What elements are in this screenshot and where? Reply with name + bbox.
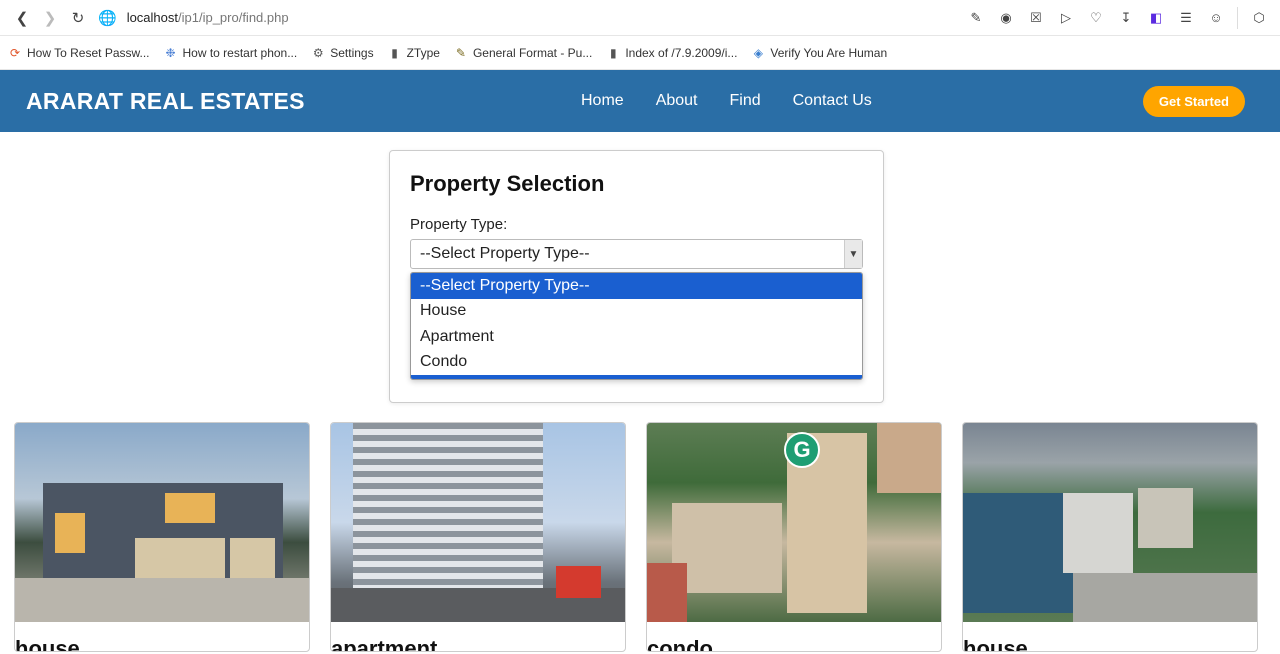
edit-icon[interactable]: ✎ — [963, 5, 989, 31]
file-icon: ▮ — [610, 45, 617, 60]
main-nav: Home About Find Contact Us — [581, 92, 872, 110]
gear-icon: ⚙ — [312, 45, 324, 60]
bookmark-label: How To Reset Passw... — [27, 45, 150, 60]
option-select-placeholder[interactable]: --Select Property Type-- — [411, 273, 862, 299]
card-label: house — [15, 636, 80, 652]
main-section: Property Selection Property Type: --Sele… — [0, 132, 1280, 422]
nav-find[interactable]: Find — [730, 92, 761, 110]
property-card[interactable]: house — [14, 422, 310, 652]
suburban-houses-image — [963, 423, 1257, 622]
dropdown-bottom-edge — [411, 375, 862, 379]
shield-icon[interactable]: ☒ — [1023, 5, 1049, 31]
select-value: --Select Property Type-- — [420, 245, 590, 262]
bookmark-item[interactable]: ⟳ How To Reset Passw... — [8, 46, 150, 60]
bookmark-label: Settings — [330, 45, 374, 60]
address-bar[interactable]: 🌐 localhost/ip1/ip_pro/find.php — [98, 9, 289, 27]
profile-icon[interactable]: ☺ — [1203, 5, 1229, 31]
option-house[interactable]: House — [411, 299, 862, 325]
back-icon[interactable]: ❮ — [8, 4, 36, 32]
panel-title: Property Selection — [410, 171, 605, 196]
option-condo[interactable]: Condo — [411, 350, 862, 376]
card-label: apartment — [331, 636, 438, 652]
site-header: ARARAT REAL ESTATES Home About Find Cont… — [0, 70, 1280, 132]
file-icon: ▮ — [391, 45, 398, 60]
chevron-down-icon[interactable]: ▼ — [844, 240, 862, 268]
url-host: localhost — [126, 10, 178, 25]
bookmark-label: How to restart phon... — [182, 45, 298, 60]
extensions-icon[interactable]: ⬡ — [1246, 5, 1272, 31]
sidebar-icon[interactable]: ◧ — [1143, 5, 1169, 31]
pen-icon: ✎ — [455, 45, 466, 60]
url-path: /ip1/ip_pro/find.php — [178, 10, 289, 25]
bookmark-item[interactable]: ⚙ Settings — [311, 45, 374, 60]
bookmark-label: Index of /7.9.2009/i... — [625, 45, 738, 60]
bookmark-label: General Format - Pu... — [472, 45, 593, 60]
property-type-label: Property Type: — [410, 216, 508, 233]
condo-towers-image: G — [647, 423, 941, 622]
bookmark-label: Verify You Are Human — [770, 45, 888, 60]
download-icon[interactable]: ↧ — [1113, 5, 1139, 31]
property-type-select[interactable]: --Select Property Type-- ▼ — [410, 239, 863, 269]
card-label: condo — [647, 636, 713, 652]
bird-icon: ❉ — [165, 45, 176, 60]
grammarly-icon[interactable]: G — [784, 432, 820, 468]
property-card[interactable]: apartment — [330, 422, 626, 652]
option-apartment[interactable]: Apartment — [411, 324, 862, 350]
property-type-dropdown: --Select Property Type-- House Apartment… — [410, 272, 863, 380]
reset-icon: ⟳ — [9, 45, 21, 60]
heart-icon[interactable]: ♡ — [1083, 5, 1109, 31]
site-logo[interactable]: ARARAT REAL ESTATES — [26, 88, 581, 115]
apartment-building-image — [331, 423, 625, 622]
nav-about[interactable]: About — [656, 92, 698, 110]
nav-contact[interactable]: Contact Us — [793, 92, 872, 110]
property-card[interactable]: G condo — [646, 422, 942, 652]
play-icon[interactable]: ▷ — [1053, 5, 1079, 31]
browser-toolbar: ❮ ❯ ↻ 🌐 localhost/ip1/ip_pro/find.php ✎ … — [0, 0, 1280, 36]
menu-icon[interactable]: ☰ — [1173, 5, 1199, 31]
bookmarks-bar: ⟳ How To Reset Passw... ❉ How to restart p… — [0, 36, 1280, 70]
nav-home[interactable]: Home — [581, 92, 624, 110]
globe-icon: 🌐 — [98, 9, 117, 27]
camera-icon[interactable]: ◉ — [993, 5, 1019, 31]
toolbar-divider — [1237, 6, 1238, 29]
bookmark-item[interactable]: ❉ How to restart phon... — [164, 45, 298, 60]
modern-house-image — [15, 423, 309, 622]
property-card[interactable]: house — [962, 422, 1258, 652]
get-started-button[interactable]: Get Started — [1142, 85, 1245, 117]
bookmark-item[interactable]: ◈ Verify You Are Human — [751, 46, 887, 60]
bookmark-label: ZType — [406, 45, 440, 60]
reload-icon[interactable]: ↻ — [64, 4, 92, 32]
bookmark-item[interactable]: ▮ Index of /7.9.2009/i... — [606, 46, 737, 60]
property-cards: house apartment G condo house — [0, 422, 1280, 652]
bookmark-item[interactable]: ✎ General Format - Pu... — [454, 46, 592, 60]
bookmark-item[interactable]: ▮ ZType — [388, 46, 440, 60]
forward-icon[interactable]: ❯ — [36, 4, 64, 32]
card-label: house — [963, 636, 1028, 652]
shield-icon: ◈ — [753, 45, 764, 60]
